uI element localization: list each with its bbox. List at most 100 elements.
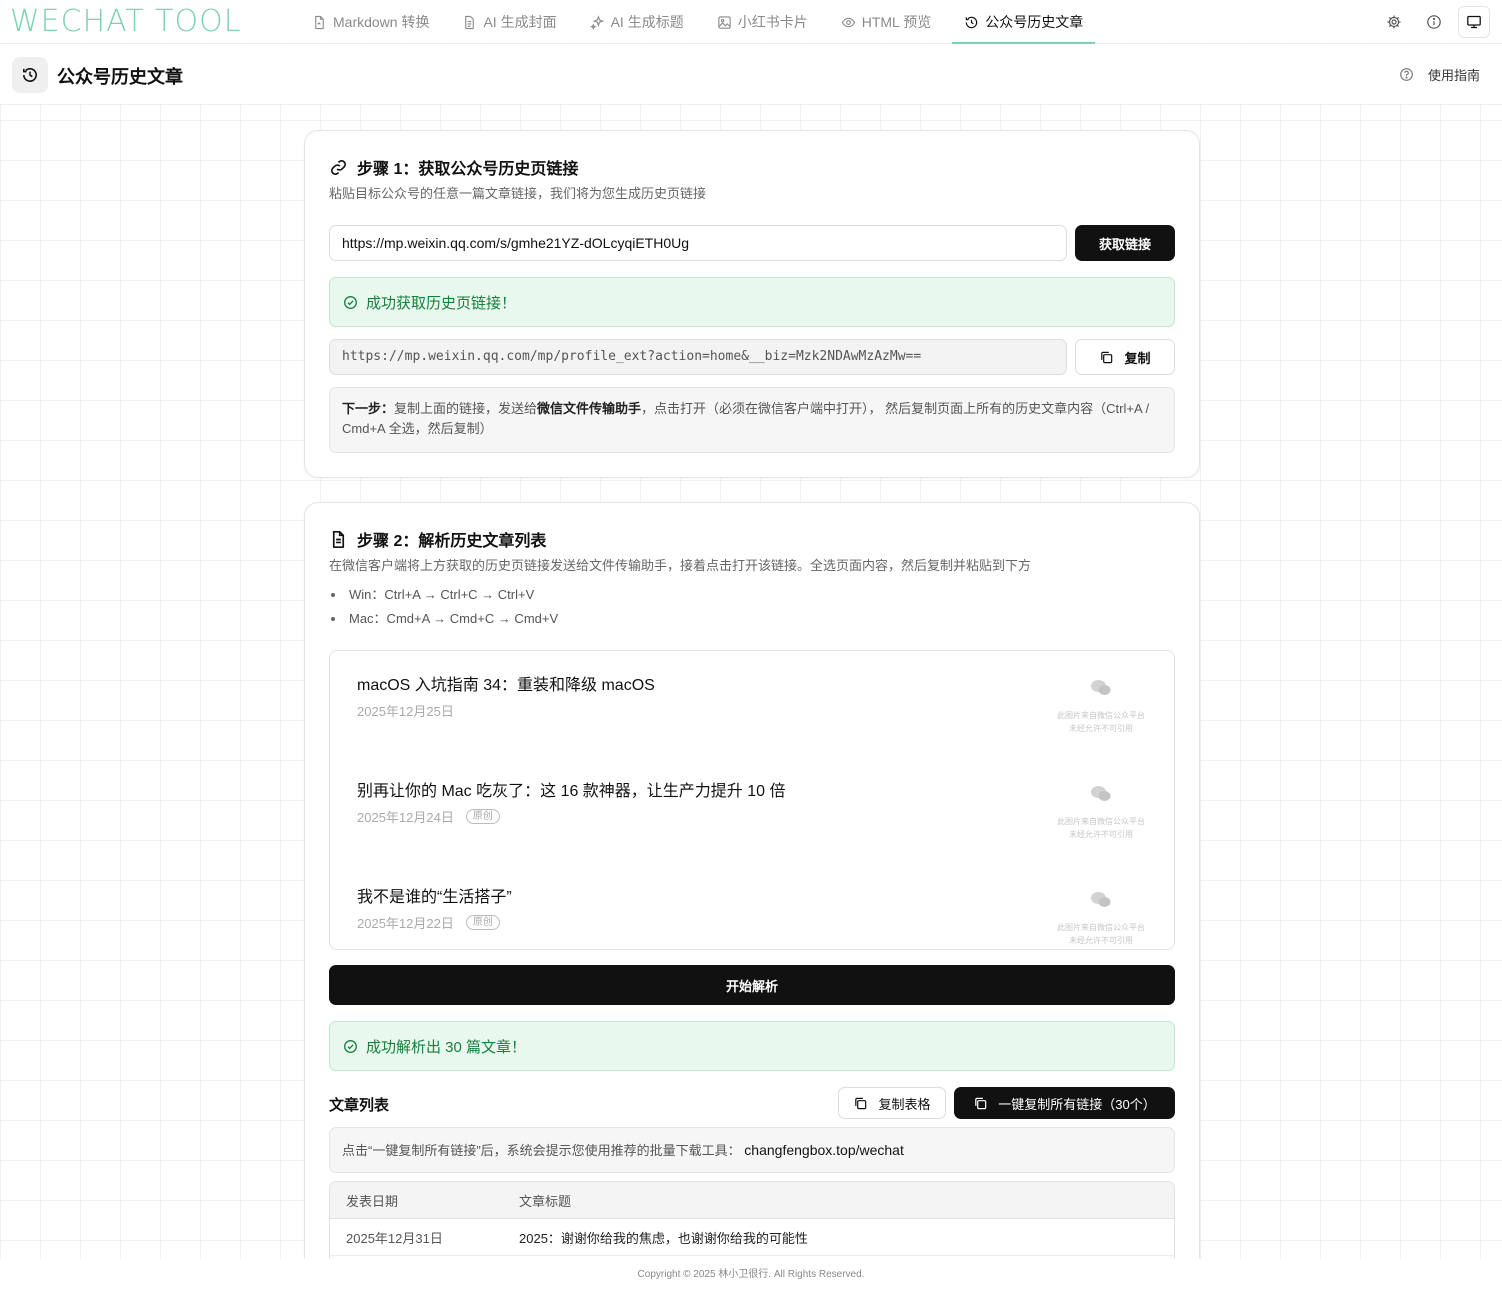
cell-title: 2025：谢谢你给我的焦虑，也谢谢你给我的可能性	[519, 1230, 808, 1246]
tab-label: AI 生成封面	[483, 14, 557, 30]
copy-label: 复制	[1124, 350, 1151, 366]
thumb-caption-1: 此图片来自微信公众平台	[1057, 923, 1145, 932]
wechat-icon	[1091, 680, 1111, 695]
tip-text: 点击“一键复制所有链接”后，系统会提示您使用推荐的批量下载工具：	[342, 1143, 741, 1158]
original-badge: 原创	[465, 809, 500, 824]
step2-card: 步骤 2：解析历史文章列表 在微信客户端将上方获取的历史页链接发送给文件传输助手…	[304, 502, 1200, 1273]
article-title: 别再让你的 Mac 吃灰了：这 16 款神器，让生产力提升 10 倍	[357, 783, 786, 800]
table-header: 发表日期 文章标题	[330, 1182, 1174, 1219]
document-icon	[332, 530, 345, 548]
success-text: 成功解析出 30 篇文章！	[366, 1038, 527, 1056]
image-icon	[718, 15, 731, 29]
thumb-caption-1: 此图片来自微信公众平台	[1057, 817, 1145, 826]
thumb-caption-2: 未经允许不可引用	[1069, 724, 1133, 733]
next-step-label: 下一步：	[342, 401, 395, 416]
article-title: macOS 入坑指南 34：重装和降级 macOS	[357, 677, 655, 694]
shortcut-list: Win：Ctrl+A → Ctrl+C → Ctrl+V Mac：Cmd+A →…	[329, 583, 558, 631]
next-step-text-1: 复制上面的链接，发送给	[394, 401, 538, 416]
step2-title-text: 步骤 2：解析历史文章列表	[357, 533, 547, 550]
step1-card: 步骤 1：获取公众号历史页链接 粘贴目标公众号的任意一篇文章链接，我们将为您生成…	[304, 130, 1200, 478]
link-icon	[331, 159, 346, 175]
info-icon	[1427, 15, 1441, 29]
article-list-title: 文章列表	[329, 1097, 390, 1114]
article-date: 2025年12月22日	[357, 916, 454, 931]
cell-date: 2025年12月31日	[346, 1230, 443, 1246]
table-row: 2025年12月31日 2025：谢谢你给我的焦虑，也谢谢你给我的可能性	[330, 1219, 1174, 1256]
thumb-caption-2: 未经允许不可引用	[1069, 830, 1133, 839]
history-icon	[23, 68, 37, 82]
tab-label: 小红书卡片	[737, 14, 808, 30]
copy-icon	[1101, 351, 1113, 363]
article-thumbnail: 此图片来自微信公众平台 未经允许不可引用	[1046, 891, 1156, 947]
tab-markdown[interactable]: Markdown 转换	[300, 0, 441, 44]
article-meta: 2025年12月22日 原创	[357, 913, 500, 932]
wechat-icon	[1091, 786, 1111, 801]
step1-description: 粘贴目标公众号的任意一篇文章链接，我们将为您生成历史页链接	[329, 186, 707, 201]
tool-link[interactable]: changfengbox.top/wechat	[744, 1142, 904, 1158]
list-item: 我不是谁的“生活搭子” 2025年12月22日 原创 此图片来自微信公众平台 未…	[330, 863, 1174, 949]
tab-label: 公众号历史文章	[985, 14, 1084, 30]
step2-title: 步骤 2：解析历史文章列表	[329, 527, 546, 551]
tab-ai-cover[interactable]: AI 生成封面	[450, 0, 568, 44]
tab-label: AI 生成标题	[610, 14, 684, 30]
article-url-input[interactable]: https://mp.weixin.qq.com/s/gmhe21YZ-dOLc…	[329, 225, 1067, 261]
check-circle-icon	[344, 1039, 357, 1053]
sparkles-icon	[589, 14, 604, 30]
settings-button[interactable]	[1378, 6, 1410, 38]
step2-description: 在微信客户端将上方获取的历史页链接发送给文件传输助手，接着点击打开该链接。全选页…	[329, 558, 1032, 573]
file-convert-icon	[315, 15, 324, 29]
history-icon	[965, 16, 978, 28]
thumb-caption-1: 此图片来自微信公众平台	[1057, 711, 1145, 720]
article-meta: 2025年12月25日	[357, 701, 454, 720]
page-icon	[12, 57, 48, 93]
tab-ai-title[interactable]: AI 生成标题	[578, 0, 696, 44]
article-thumbnail: 此图片来自微信公众平台 未经允许不可引用	[1046, 785, 1156, 841]
pasted-content-area[interactable]: macOS 入坑指南 34：重装和降级 macOS 2025年12月25日 此图…	[329, 650, 1175, 950]
page-title: 公众号历史文章	[57, 67, 183, 87]
original-badge: 原创	[465, 915, 500, 930]
wechat-icon	[1091, 892, 1111, 907]
fetch-link-button[interactable]: 获取链接	[1075, 225, 1175, 261]
info-button[interactable]	[1418, 6, 1450, 38]
copy-history-url-button[interactable]: 复制	[1075, 339, 1175, 375]
copy-icon	[975, 1097, 987, 1109]
page-header: 公众号历史文章 使用指南	[0, 45, 1502, 105]
app-logo[interactable]: WECHAT TOOL	[10, 4, 241, 40]
page-footer: Copyright © 2025 林小卫很行. All Rights Reser…	[0, 1259, 1502, 1289]
article-date: 2025年12月24日	[357, 810, 454, 825]
thumb-caption-2: 未经允许不可引用	[1069, 936, 1133, 945]
tab-xiaohongshu-card[interactable]: 小红书卡片	[705, 0, 820, 44]
list-item: macOS 入坑指南 34：重装和降级 macOS 2025年12月25日 此图…	[330, 651, 1174, 757]
step1-title-text: 步骤 1：获取公众号历史页链接	[357, 161, 579, 178]
header-title: 文章标题	[519, 1193, 572, 1209]
nav-icon-group	[1378, 6, 1490, 38]
copy-table-button[interactable]: 复制表格	[838, 1087, 946, 1119]
tab-wechat-history[interactable]: 公众号历史文章	[952, 0, 1096, 44]
user-guide-link[interactable]: 使用指南	[1399, 65, 1480, 84]
tab-label: Markdown 转换	[333, 14, 430, 30]
copy-all-links-button[interactable]: 一键复制所有链接（30个）	[954, 1087, 1175, 1119]
article-date: 2025年12月25日	[357, 704, 454, 719]
top-navbar: WECHAT TOOL Markdown 转换 AI 生成封面 AI 生成标题 …	[0, 0, 1502, 44]
article-thumbnail: 此图片来自微信公众平台 未经允许不可引用	[1046, 679, 1156, 735]
header-date: 发表日期	[346, 1193, 399, 1209]
shortcut-mac: Mac：Cmd+A → Cmd+C → Cmd+V	[329, 607, 558, 631]
settings-icon	[1387, 15, 1401, 29]
display-mode-button[interactable]	[1458, 6, 1490, 38]
tab-label: HTML 预览	[861, 14, 932, 30]
step1-title: 步骤 1：获取公众号历史页链接	[329, 155, 578, 179]
download-tool-tip: 点击“一键复制所有链接”后，系统会提示您使用推荐的批量下载工具： changfe…	[329, 1127, 1175, 1173]
guide-label: 使用指南	[1427, 68, 1480, 83]
monitor-icon	[1467, 15, 1481, 29]
success-text: 成功获取历史页链接！	[366, 294, 517, 312]
nav-tabs: Markdown 转换 AI 生成封面 AI 生成标题 小红书卡片 HTML 预…	[300, 0, 1104, 44]
check-circle-icon	[344, 295, 357, 309]
help-icon	[1400, 68, 1413, 81]
tab-html-preview[interactable]: HTML 预览	[829, 0, 943, 44]
article-title: 我不是谁的“生活搭子”	[357, 889, 512, 906]
shortcut-win: Win：Ctrl+A → Ctrl+C → Ctrl+V	[329, 583, 558, 607]
article-meta: 2025年12月24日 原创	[357, 807, 500, 826]
start-parse-button[interactable]: 开始解析	[329, 965, 1175, 1005]
history-url-output[interactable]: https://mp.weixin.qq.com/mp/profile_ext?…	[329, 339, 1067, 375]
parse-success-alert: 成功解析出 30 篇文章！	[329, 1021, 1175, 1071]
